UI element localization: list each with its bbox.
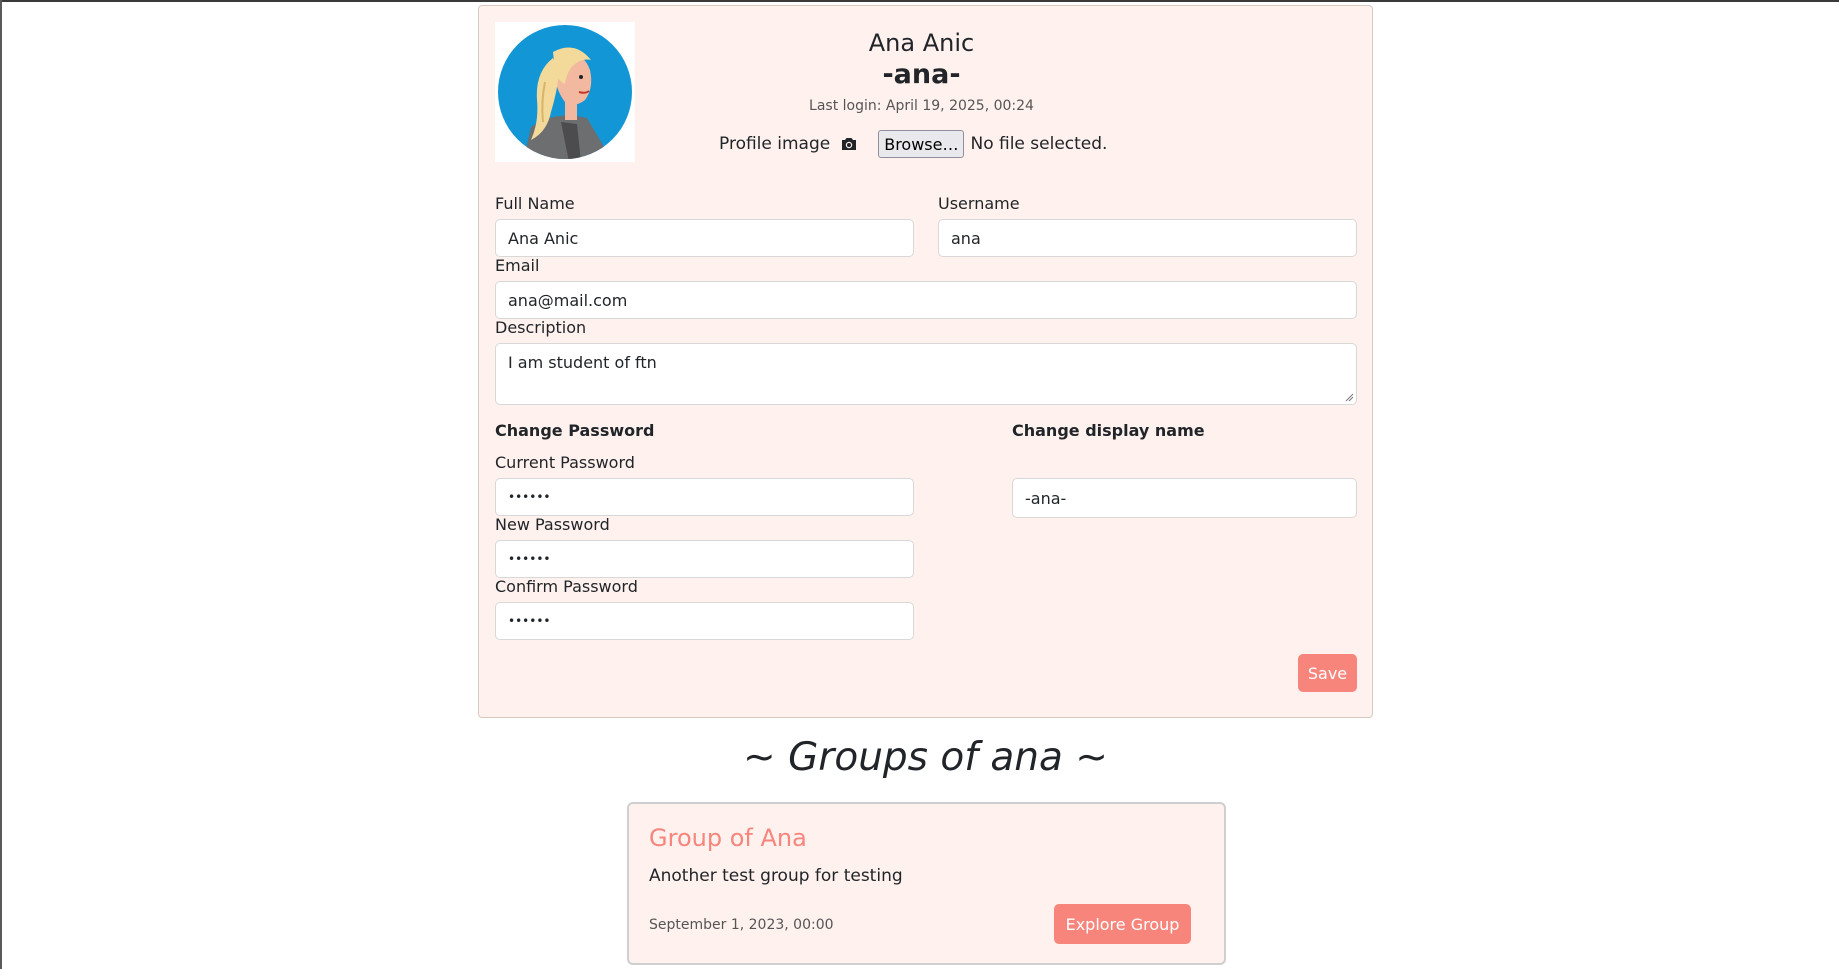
save-button[interactable]: Save bbox=[1298, 654, 1357, 692]
profile-header: Ana Anic -ana- Last login: April 19, 202… bbox=[704, 28, 1139, 114]
confirm-password-label: Confirm Password bbox=[495, 577, 638, 596]
avatar-illustration bbox=[498, 25, 632, 159]
username-label: Username bbox=[938, 194, 1020, 213]
change-password-heading: Change Password bbox=[495, 421, 655, 440]
window-top-border bbox=[0, 0, 1839, 2]
email-label: Email bbox=[495, 256, 540, 275]
group-title: Group of Ana bbox=[649, 824, 807, 852]
profile-display-name-title: -ana- bbox=[882, 59, 961, 90]
current-password-field[interactable]: •••••• bbox=[495, 478, 914, 516]
group-date: September 1, 2023, 00:00 bbox=[649, 917, 834, 933]
description-label: Description bbox=[495, 318, 587, 337]
profile-image-upload-row: Profile image Browse… No file selected. bbox=[719, 129, 1107, 159]
display-name-field[interactable]: -ana- bbox=[1012, 478, 1357, 518]
file-status-text: No file selected. bbox=[970, 134, 1108, 154]
email-field[interactable]: ana@mail.com bbox=[495, 281, 1357, 319]
group-card: Group of Ana Another test group for test… bbox=[627, 802, 1226, 965]
username-field[interactable]: ana bbox=[938, 219, 1357, 257]
browse-file-button[interactable]: Browse… bbox=[878, 130, 965, 158]
camera-icon bbox=[840, 136, 858, 152]
resize-grip-icon[interactable] bbox=[1344, 392, 1354, 402]
window-left-border bbox=[0, 0, 2, 969]
profile-full-name-title: Ana Anic bbox=[868, 29, 975, 57]
groups-heading: ~ Groups of ana ~ bbox=[743, 735, 1108, 780]
change-display-name-heading: Change display name bbox=[1012, 421, 1205, 440]
explore-group-button[interactable]: Explore Group bbox=[1054, 904, 1191, 944]
description-text: I am student of ftn bbox=[508, 353, 657, 372]
avatar bbox=[495, 22, 635, 162]
new-password-label: New Password bbox=[495, 515, 610, 534]
group-description: Another test group for testing bbox=[649, 866, 903, 886]
profile-image-label: Profile image bbox=[719, 134, 831, 154]
confirm-password-field[interactable]: •••••• bbox=[495, 602, 914, 640]
description-textarea[interactable]: I am student of ftn bbox=[495, 343, 1357, 405]
profile-card: Ana Anic -ana- Last login: April 19, 202… bbox=[478, 5, 1373, 718]
current-password-label: Current Password bbox=[495, 453, 635, 472]
full-name-field[interactable]: Ana Anic bbox=[495, 219, 914, 257]
new-password-field[interactable]: •••••• bbox=[495, 540, 914, 578]
last-login-text: Last login: April 19, 2025, 00:24 bbox=[809, 98, 1034, 114]
full-name-label: Full Name bbox=[495, 194, 575, 213]
